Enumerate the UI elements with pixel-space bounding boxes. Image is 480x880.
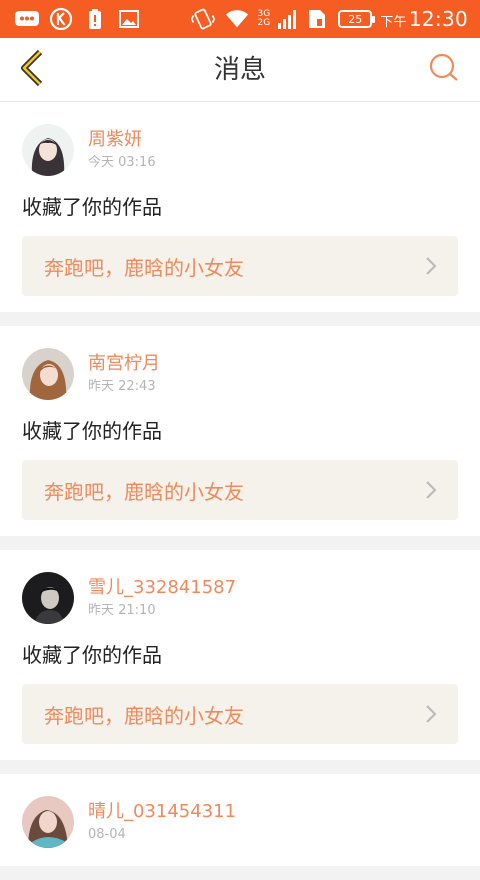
chevron-right-icon bbox=[424, 480, 438, 500]
avatar[interactable] bbox=[22, 348, 74, 400]
image-icon bbox=[116, 8, 142, 30]
action-text: 收藏了你的作品 bbox=[22, 195, 162, 219]
work-title: 奔跑吧，鹿晗的小女友 bbox=[44, 255, 244, 280]
battery-alert-icon bbox=[82, 8, 108, 30]
timestamp: 昨天 22:43 bbox=[88, 379, 156, 394]
work-link[interactable]: 奔跑吧，鹿晗的小女友 bbox=[22, 236, 458, 296]
network-type-label: 3G 2G bbox=[257, 9, 271, 28]
page-title: 消息 bbox=[213, 55, 266, 85]
timestamp: 昨天 21:10 bbox=[88, 603, 156, 618]
chevron-right-icon bbox=[424, 704, 438, 724]
user-row: 周紫妍 今天 03:16 bbox=[22, 122, 458, 178]
username[interactable]: 周紫妍 bbox=[88, 128, 156, 152]
message-card: 雪儿_332841587 昨天 21:10 收藏了你的作品 奔跑吧，鹿晗的小女友 bbox=[0, 550, 480, 760]
user-row: 雪儿_332841587 昨天 21:10 bbox=[22, 570, 458, 626]
username[interactable]: 雪儿_332841587 bbox=[88, 576, 236, 600]
user-row: 晴儿_031454311 08-04 bbox=[22, 794, 458, 850]
avatar[interactable] bbox=[22, 124, 74, 176]
battery-icon: 25 bbox=[338, 10, 376, 28]
work-title: 奔跑吧，鹿晗的小女友 bbox=[44, 703, 244, 728]
timestamp: 今天 03:16 bbox=[88, 155, 156, 170]
k-app-icon bbox=[48, 7, 74, 31]
work-link[interactable]: 奔跑吧，鹿晗的小女友 bbox=[22, 460, 458, 520]
chevron-right-icon bbox=[424, 256, 438, 276]
wifi-icon bbox=[224, 8, 250, 30]
user-row: 南宫柠月 昨天 22:43 bbox=[22, 346, 458, 402]
search-button[interactable] bbox=[424, 50, 464, 90]
message-card: 周紫妍 今天 03:16 收藏了你的作品 奔跑吧，鹿晗的小女友 bbox=[0, 102, 480, 312]
message-card: 南宫柠月 昨天 22:43 收藏了你的作品 奔跑吧，鹿晗的小女友 bbox=[0, 326, 480, 536]
nav-header: 消息 bbox=[0, 38, 480, 102]
message-bubble-icon bbox=[14, 8, 40, 30]
signal-icon bbox=[278, 9, 297, 29]
sim-card-icon bbox=[304, 8, 330, 30]
avatar[interactable] bbox=[22, 572, 74, 624]
action-text: 收藏了你的作品 bbox=[22, 643, 162, 667]
action-text: 收藏了你的作品 bbox=[22, 419, 162, 443]
username[interactable]: 晴儿_031454311 bbox=[88, 800, 236, 824]
work-link[interactable]: 奔跑吧，鹿晗的小女友 bbox=[22, 684, 458, 744]
work-title: 奔跑吧，鹿晗的小女友 bbox=[44, 479, 244, 504]
search-icon bbox=[428, 52, 460, 88]
timestamp: 08-04 bbox=[88, 827, 126, 842]
message-card: 晴儿_031454311 08-04 bbox=[0, 774, 480, 866]
avatar[interactable] bbox=[22, 796, 74, 848]
clock: 下午 12:30 bbox=[380, 7, 468, 31]
username[interactable]: 南宫柠月 bbox=[88, 352, 160, 376]
message-list: 周紫妍 今天 03:16 收藏了你的作品 奔跑吧，鹿晗的小女友 南宫柠月 昨天 … bbox=[0, 102, 480, 880]
vibrate-icon bbox=[190, 8, 216, 30]
status-bar: 3G 2G 25 下午 12:30 bbox=[0, 0, 480, 38]
